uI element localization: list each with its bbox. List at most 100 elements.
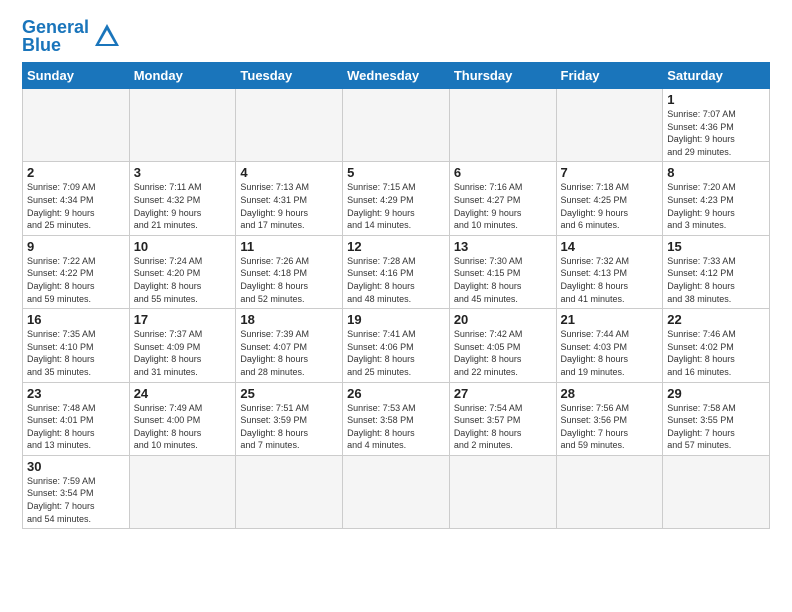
cell-day-number: 9 bbox=[27, 239, 125, 254]
cell-sun-info: Sunrise: 7:48 AM Sunset: 4:01 PM Dayligh… bbox=[27, 402, 125, 452]
calendar-cell: 14Sunrise: 7:32 AM Sunset: 4:13 PM Dayli… bbox=[556, 235, 663, 308]
calendar-cell: 2Sunrise: 7:09 AM Sunset: 4:34 PM Daylig… bbox=[23, 162, 130, 235]
cell-sun-info: Sunrise: 7:15 AM Sunset: 4:29 PM Dayligh… bbox=[347, 181, 445, 231]
calendar-cell: 25Sunrise: 7:51 AM Sunset: 3:59 PM Dayli… bbox=[236, 382, 343, 455]
calendar-cell: 8Sunrise: 7:20 AM Sunset: 4:23 PM Daylig… bbox=[663, 162, 770, 235]
calendar-cell bbox=[556, 455, 663, 528]
calendar-cell: 16Sunrise: 7:35 AM Sunset: 4:10 PM Dayli… bbox=[23, 309, 130, 382]
cell-sun-info: Sunrise: 7:51 AM Sunset: 3:59 PM Dayligh… bbox=[240, 402, 338, 452]
calendar-cell: 11Sunrise: 7:26 AM Sunset: 4:18 PM Dayli… bbox=[236, 235, 343, 308]
calendar-cell: 15Sunrise: 7:33 AM Sunset: 4:12 PM Dayli… bbox=[663, 235, 770, 308]
cell-sun-info: Sunrise: 7:42 AM Sunset: 4:05 PM Dayligh… bbox=[454, 328, 552, 378]
cell-sun-info: Sunrise: 7:54 AM Sunset: 3:57 PM Dayligh… bbox=[454, 402, 552, 452]
calendar-cell: 30Sunrise: 7:59 AM Sunset: 3:54 PM Dayli… bbox=[23, 455, 130, 528]
weekday-header-monday: Monday bbox=[129, 63, 236, 89]
calendar-cell: 4Sunrise: 7:13 AM Sunset: 4:31 PM Daylig… bbox=[236, 162, 343, 235]
calendar-cell bbox=[449, 455, 556, 528]
cell-day-number: 22 bbox=[667, 312, 765, 327]
cell-day-number: 10 bbox=[134, 239, 232, 254]
cell-sun-info: Sunrise: 7:24 AM Sunset: 4:20 PM Dayligh… bbox=[134, 255, 232, 305]
calendar-cell: 28Sunrise: 7:56 AM Sunset: 3:56 PM Dayli… bbox=[556, 382, 663, 455]
cell-sun-info: Sunrise: 7:18 AM Sunset: 4:25 PM Dayligh… bbox=[561, 181, 659, 231]
logo-text: GeneralBlue bbox=[22, 18, 89, 54]
calendar-cell bbox=[129, 89, 236, 162]
weekday-header-wednesday: Wednesday bbox=[343, 63, 450, 89]
calendar-cell: 23Sunrise: 7:48 AM Sunset: 4:01 PM Dayli… bbox=[23, 382, 130, 455]
calendar-week-row: 30Sunrise: 7:59 AM Sunset: 3:54 PM Dayli… bbox=[23, 455, 770, 528]
calendar-week-row: 16Sunrise: 7:35 AM Sunset: 4:10 PM Dayli… bbox=[23, 309, 770, 382]
cell-sun-info: Sunrise: 7:39 AM Sunset: 4:07 PM Dayligh… bbox=[240, 328, 338, 378]
calendar-cell: 17Sunrise: 7:37 AM Sunset: 4:09 PM Dayli… bbox=[129, 309, 236, 382]
cell-day-number: 2 bbox=[27, 165, 125, 180]
page: GeneralBlue SundayMondayTuesdayWednesday… bbox=[0, 0, 792, 612]
calendar-cell: 6Sunrise: 7:16 AM Sunset: 4:27 PM Daylig… bbox=[449, 162, 556, 235]
cell-sun-info: Sunrise: 7:41 AM Sunset: 4:06 PM Dayligh… bbox=[347, 328, 445, 378]
weekday-header-friday: Friday bbox=[556, 63, 663, 89]
cell-sun-info: Sunrise: 7:32 AM Sunset: 4:13 PM Dayligh… bbox=[561, 255, 659, 305]
cell-day-number: 11 bbox=[240, 239, 338, 254]
calendar-cell: 24Sunrise: 7:49 AM Sunset: 4:00 PM Dayli… bbox=[129, 382, 236, 455]
weekday-header-tuesday: Tuesday bbox=[236, 63, 343, 89]
cell-sun-info: Sunrise: 7:35 AM Sunset: 4:10 PM Dayligh… bbox=[27, 328, 125, 378]
calendar-cell bbox=[663, 455, 770, 528]
calendar-cell: 20Sunrise: 7:42 AM Sunset: 4:05 PM Dayli… bbox=[449, 309, 556, 382]
cell-day-number: 15 bbox=[667, 239, 765, 254]
calendar-cell: 9Sunrise: 7:22 AM Sunset: 4:22 PM Daylig… bbox=[23, 235, 130, 308]
cell-day-number: 4 bbox=[240, 165, 338, 180]
cell-day-number: 12 bbox=[347, 239, 445, 254]
cell-sun-info: Sunrise: 7:56 AM Sunset: 3:56 PM Dayligh… bbox=[561, 402, 659, 452]
calendar-cell bbox=[23, 89, 130, 162]
cell-day-number: 1 bbox=[667, 92, 765, 107]
cell-day-number: 13 bbox=[454, 239, 552, 254]
cell-day-number: 26 bbox=[347, 386, 445, 401]
cell-day-number: 23 bbox=[27, 386, 125, 401]
calendar-cell: 7Sunrise: 7:18 AM Sunset: 4:25 PM Daylig… bbox=[556, 162, 663, 235]
weekday-header-row: SundayMondayTuesdayWednesdayThursdayFrid… bbox=[23, 63, 770, 89]
weekday-header-thursday: Thursday bbox=[449, 63, 556, 89]
cell-sun-info: Sunrise: 7:26 AM Sunset: 4:18 PM Dayligh… bbox=[240, 255, 338, 305]
cell-sun-info: Sunrise: 7:30 AM Sunset: 4:15 PM Dayligh… bbox=[454, 255, 552, 305]
cell-sun-info: Sunrise: 7:16 AM Sunset: 4:27 PM Dayligh… bbox=[454, 181, 552, 231]
cell-day-number: 3 bbox=[134, 165, 232, 180]
cell-day-number: 18 bbox=[240, 312, 338, 327]
cell-day-number: 21 bbox=[561, 312, 659, 327]
cell-sun-info: Sunrise: 7:13 AM Sunset: 4:31 PM Dayligh… bbox=[240, 181, 338, 231]
calendar-week-row: 9Sunrise: 7:22 AM Sunset: 4:22 PM Daylig… bbox=[23, 235, 770, 308]
cell-sun-info: Sunrise: 7:49 AM Sunset: 4:00 PM Dayligh… bbox=[134, 402, 232, 452]
calendar-cell: 10Sunrise: 7:24 AM Sunset: 4:20 PM Dayli… bbox=[129, 235, 236, 308]
calendar-cell: 21Sunrise: 7:44 AM Sunset: 4:03 PM Dayli… bbox=[556, 309, 663, 382]
cell-day-number: 24 bbox=[134, 386, 232, 401]
calendar-cell: 13Sunrise: 7:30 AM Sunset: 4:15 PM Dayli… bbox=[449, 235, 556, 308]
calendar-cell bbox=[236, 455, 343, 528]
cell-day-number: 27 bbox=[454, 386, 552, 401]
calendar-week-row: 1Sunrise: 7:07 AM Sunset: 4:36 PM Daylig… bbox=[23, 89, 770, 162]
cell-day-number: 17 bbox=[134, 312, 232, 327]
cell-day-number: 30 bbox=[27, 459, 125, 474]
calendar-cell: 18Sunrise: 7:39 AM Sunset: 4:07 PM Dayli… bbox=[236, 309, 343, 382]
calendar-cell: 19Sunrise: 7:41 AM Sunset: 4:06 PM Dayli… bbox=[343, 309, 450, 382]
cell-day-number: 19 bbox=[347, 312, 445, 327]
cell-sun-info: Sunrise: 7:53 AM Sunset: 3:58 PM Dayligh… bbox=[347, 402, 445, 452]
logo-icon bbox=[93, 22, 121, 50]
calendar-cell bbox=[343, 89, 450, 162]
cell-day-number: 25 bbox=[240, 386, 338, 401]
cell-sun-info: Sunrise: 7:44 AM Sunset: 4:03 PM Dayligh… bbox=[561, 328, 659, 378]
cell-day-number: 14 bbox=[561, 239, 659, 254]
calendar-cell bbox=[343, 455, 450, 528]
cell-day-number: 5 bbox=[347, 165, 445, 180]
cell-sun-info: Sunrise: 7:09 AM Sunset: 4:34 PM Dayligh… bbox=[27, 181, 125, 231]
cell-sun-info: Sunrise: 7:20 AM Sunset: 4:23 PM Dayligh… bbox=[667, 181, 765, 231]
cell-sun-info: Sunrise: 7:59 AM Sunset: 3:54 PM Dayligh… bbox=[27, 475, 125, 525]
cell-sun-info: Sunrise: 7:37 AM Sunset: 4:09 PM Dayligh… bbox=[134, 328, 232, 378]
calendar-cell: 22Sunrise: 7:46 AM Sunset: 4:02 PM Dayli… bbox=[663, 309, 770, 382]
calendar-cell: 26Sunrise: 7:53 AM Sunset: 3:58 PM Dayli… bbox=[343, 382, 450, 455]
calendar-cell bbox=[129, 455, 236, 528]
weekday-header-sunday: Sunday bbox=[23, 63, 130, 89]
cell-day-number: 28 bbox=[561, 386, 659, 401]
cell-sun-info: Sunrise: 7:58 AM Sunset: 3:55 PM Dayligh… bbox=[667, 402, 765, 452]
cell-sun-info: Sunrise: 7:07 AM Sunset: 4:36 PM Dayligh… bbox=[667, 108, 765, 158]
header: GeneralBlue bbox=[22, 18, 770, 54]
calendar-cell bbox=[449, 89, 556, 162]
cell-sun-info: Sunrise: 7:33 AM Sunset: 4:12 PM Dayligh… bbox=[667, 255, 765, 305]
weekday-header-saturday: Saturday bbox=[663, 63, 770, 89]
